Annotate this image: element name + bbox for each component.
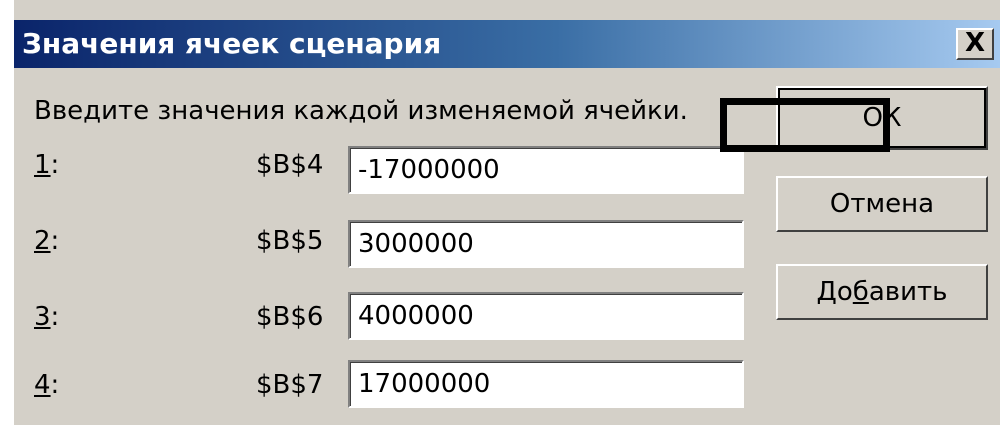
cell-value-input-2[interactable]: [348, 220, 744, 268]
row-number-2: 2: [34, 226, 51, 256]
cancel-button[interactable]: Отмена: [776, 176, 988, 232]
row-number-1: 1: [34, 150, 51, 180]
cell-value-input-4[interactable]: [348, 360, 744, 408]
cell-ref-2: $B$5: [256, 226, 324, 256]
cell-ref-3: $B$6: [256, 302, 324, 332]
title-bar[interactable]: Значения ячеек сценария X: [14, 20, 1000, 68]
row-label-4: 4:: [34, 370, 60, 400]
add-button[interactable]: Добавить: [776, 264, 988, 320]
cell-value-input-3[interactable]: [348, 292, 744, 340]
close-button[interactable]: X: [956, 28, 994, 60]
row-number-4: 4: [34, 370, 51, 400]
prompt-text: Введите значения каждой изменяемой ячейк…: [34, 96, 688, 126]
ok-button[interactable]: ОК: [776, 86, 988, 150]
row-label-2: 2:: [34, 226, 60, 256]
close-icon: X: [964, 28, 986, 58]
add-label-mnemonic: б: [852, 277, 869, 307]
cell-ref-4: $B$7: [256, 370, 324, 400]
cell-value-input-1[interactable]: [348, 146, 744, 194]
cell-ref-1: $B$4: [256, 150, 324, 180]
row-label-3: 3:: [34, 302, 60, 332]
dialog-title: Значения ячеек сценария: [22, 27, 442, 60]
scenario-values-dialog: Значения ячеек сценария X Введите значен…: [12, 0, 1000, 425]
row-label-1: 1:: [34, 150, 60, 180]
add-label-prefix: До: [816, 277, 853, 307]
add-label-suffix: авить: [868, 277, 948, 307]
row-number-3: 3: [34, 302, 51, 332]
